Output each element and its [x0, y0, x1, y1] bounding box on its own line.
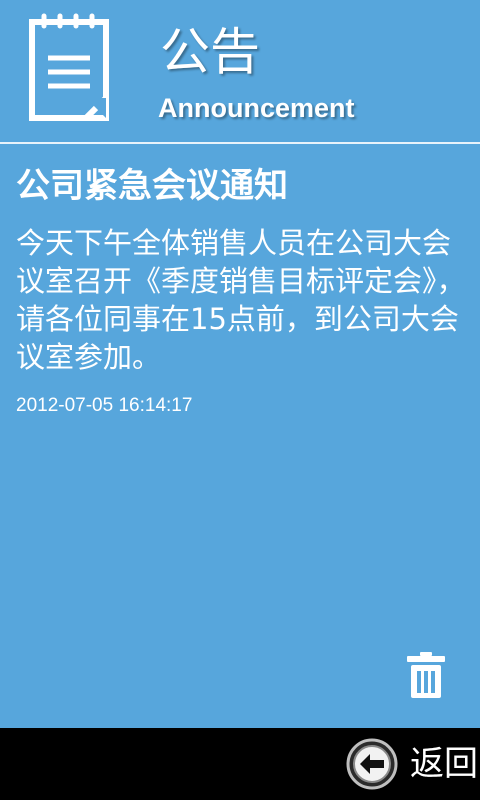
bottom-bar: 返回 [0, 728, 480, 800]
back-button[interactable]: 返回 [346, 738, 478, 790]
notice-timestamp: 2012-07-05 16:14:17 [16, 395, 193, 416]
header: 公告 Announcement [0, 0, 480, 142]
notice-title: 公司紧急会议通知 [16, 166, 288, 206]
notice-body: 今天下午全体销售人员在公司大会议室召开《季度销售目标评定会》，请各位同事在15点… [16, 226, 466, 374]
announcement-screen: 公告 Announcement 公司紧急会议通知 今天下午全体销售人员在公司大会… [0, 0, 480, 800]
page-title: 公告 [160, 23, 260, 81]
delete-button[interactable] [404, 650, 448, 702]
back-label: 返回 [410, 744, 478, 784]
notepad-icon [29, 13, 109, 121]
back-arrow-icon [346, 738, 398, 790]
trash-icon [407, 652, 445, 698]
header-divider [0, 142, 480, 144]
page-subtitle: Announcement [158, 93, 355, 123]
notice-content: 公司紧急会议通知 今天下午全体销售人员在公司大会议室召开《季度销售目标评定会》，… [16, 164, 466, 418]
